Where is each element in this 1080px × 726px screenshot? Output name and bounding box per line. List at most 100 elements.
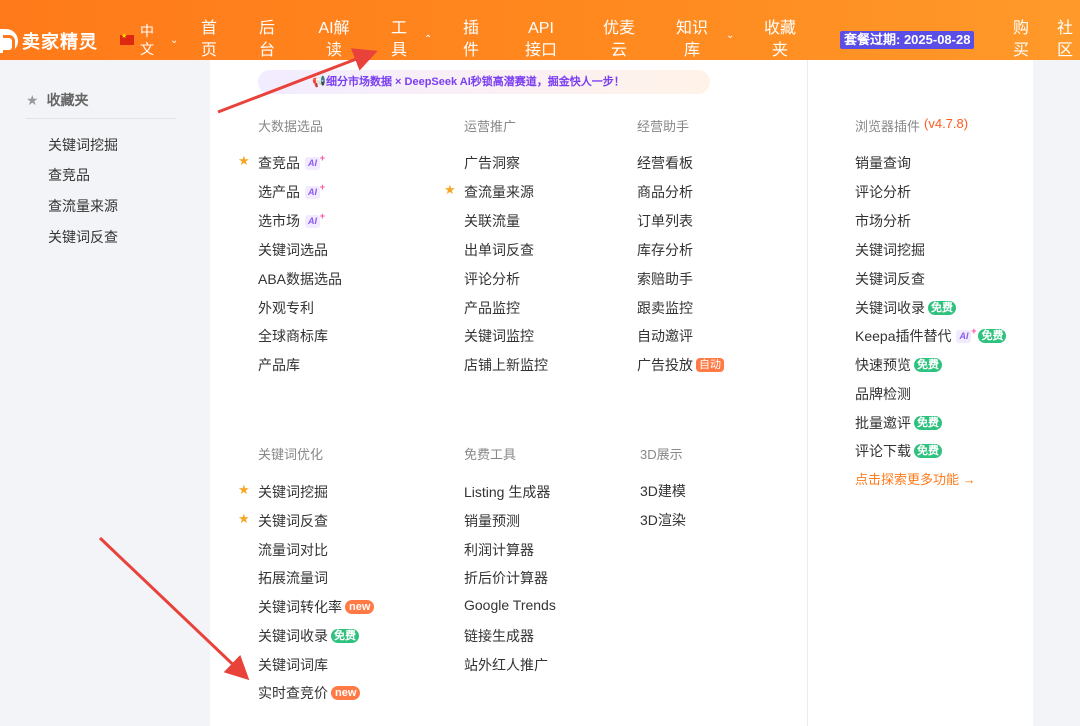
favorites-title: 收藏夹 <box>46 92 89 108</box>
menu-item-label: 关键词转化率 <box>258 599 342 615</box>
menu-item-expand-traffic[interactable]: 拓展流量词 <box>258 568 328 588</box>
nav-backend[interactable]: 后台 <box>258 18 276 62</box>
menu-item-dashboard[interactable]: 经营看板 <box>637 153 693 173</box>
logo-text: 卖家精灵 <box>22 32 98 52</box>
plugin-item-sales[interactable]: 销量查询 <box>855 153 911 173</box>
nav-youmaiyun-label: 优麦云 <box>603 20 636 59</box>
plugin-item-brand-check[interactable]: 品牌检测 <box>855 384 911 404</box>
menu-item-google-trends[interactable]: Google Trends <box>464 597 556 613</box>
nav-knowledge[interactable]: 知识库 <box>676 18 708 62</box>
menu-item-link-generator[interactable]: 链接生成器 <box>464 626 534 646</box>
menu-item-hijack-monitor[interactable]: 跟卖监控 <box>637 298 693 318</box>
menu-item-reverse-keyword[interactable]: ★ 关键词反查 <box>238 511 328 531</box>
nav-favorites[interactable]: 收藏夹 <box>764 18 796 62</box>
plugin-item-review-download[interactable]: 评论下载 免费 <box>855 441 942 461</box>
star-icon: ★ <box>26 91 39 108</box>
menu-item-discount-calculator[interactable]: 折后价计算器 <box>464 568 548 588</box>
menu-item-keyword-index[interactable]: 关键词收录 免费 <box>258 626 359 646</box>
plugin-item-keyword-mining[interactable]: 关键词挖掘 <box>855 240 925 260</box>
menu-item-product-monitor[interactable]: 产品监控 <box>464 298 520 318</box>
new-badge: new <box>345 600 375 614</box>
menu-item-claim[interactable]: 索赔助手 <box>637 269 693 289</box>
section-title-assistant: 经营助手 <box>637 119 690 134</box>
menu-item-goods-analysis[interactable]: 商品分析 <box>637 182 693 202</box>
menu-item-inventory[interactable]: 库存分析 <box>637 240 693 260</box>
plugin-title-label: 浏览器插件 <box>855 119 921 134</box>
menu-item-store-monitor[interactable]: 店铺上新监控 <box>464 355 548 375</box>
logo[interactable]: 卖家精灵 <box>0 27 98 55</box>
menu-item-review-analysis[interactable]: 评论分析 <box>464 269 520 289</box>
menu-item-trademark[interactable]: 全球商标库 <box>258 326 328 346</box>
menu-item-product-db[interactable]: 产品库 <box>258 355 300 375</box>
section-title-ops: 运营推广 <box>464 119 517 134</box>
plugin-item-review[interactable]: 评论分析 <box>855 182 911 202</box>
sidebar-item-keyword-mining[interactable]: 关键词挖掘 <box>48 135 118 155</box>
nav-ai-reading[interactable]: AI解读 <box>316 18 352 62</box>
menu-item-auto-review[interactable]: 自动邀评 <box>637 326 693 346</box>
nav-api[interactable]: API接口 <box>521 18 561 62</box>
menu-item-3d-model[interactable]: 3D建模 <box>640 481 686 501</box>
nav-community[interactable]: 社区 <box>1056 18 1074 62</box>
menu-item-order-list[interactable]: 订单列表 <box>637 211 693 231</box>
china-flag-icon <box>120 32 134 45</box>
megaphone-icon: 📢 <box>312 76 326 88</box>
menu-item-label: 关键词反查 <box>258 513 328 529</box>
star-icon: ★ <box>238 511 250 526</box>
menu-item-sales-forecast[interactable]: 销量预测 <box>464 511 520 531</box>
menu-item-realtime-bid[interactable]: 实时查竞价 new <box>258 683 361 703</box>
sidebar-item-traffic-source[interactable]: 查流量来源 <box>48 196 118 216</box>
explore-more-link[interactable]: 点击探索更多功能 → <box>855 469 976 488</box>
plugin-version: (v4.7.8) <box>924 116 969 131</box>
nav-home[interactable]: 首页 <box>200 18 218 62</box>
plugin-item-reverse-keyword[interactable]: 关键词反查 <box>855 269 925 289</box>
menu-item-profit-calculator[interactable]: 利润计算器 <box>464 540 534 560</box>
menu-item-traffic-compare[interactable]: 流量词对比 <box>258 540 328 560</box>
menu-item-traffic-source[interactable]: ★ 查流量来源 <box>444 182 534 202</box>
menu-item-select-market[interactable]: 选市场 AI <box>258 210 325 231</box>
menu-item-label: 关键词收录 <box>855 300 925 316</box>
chevron-down-icon: ⌄ <box>170 34 179 46</box>
menu-item-keyword-library[interactable]: 关键词词库 <box>258 655 328 675</box>
sidebar-item-competitor[interactable]: 查竞品 <box>48 165 90 185</box>
plugin-item-batch-review[interactable]: 批量邀评 免费 <box>855 413 942 433</box>
nav-plugins[interactable]: 插件 <box>462 18 480 62</box>
nav-buy[interactable]: 购买 <box>1012 18 1030 62</box>
plugin-item-market[interactable]: 市场分析 <box>855 211 911 231</box>
plugin-item-keepa[interactable]: Keepa插件替代AI免费 <box>855 325 1007 346</box>
menu-item-design-patent[interactable]: 外观专利 <box>258 298 314 318</box>
plan-expire-badge[interactable]: 套餐过期: 2025-08-28 <box>840 31 975 49</box>
menu-item-label: 快速预览 <box>855 357 911 373</box>
menu-item-listing-generator[interactable]: Listing 生成器 <box>464 482 550 502</box>
plugin-panel <box>808 60 1033 726</box>
promo-banner-text: 细分市场数据 × DeepSeek AI秒锁高潜赛道，掘金快人一步！ <box>326 76 625 88</box>
menu-item-keyword-monitor[interactable]: 关键词监控 <box>464 326 534 346</box>
nav-tools[interactable]: 工具 <box>390 18 408 62</box>
menu-item-ad-placement[interactable]: 广告投放 自动 <box>637 355 724 375</box>
nav-youmaiyun[interactable]: 优麦云 <box>603 18 635 62</box>
menu-item-aba[interactable]: ABA数据选品 <box>258 269 342 289</box>
menu-item-related-traffic[interactable]: 关联流量 <box>464 211 520 231</box>
menu-item-ad-insight[interactable]: 广告洞察 <box>464 153 520 173</box>
plugin-item-keyword-index[interactable]: 关键词收录 免费 <box>855 298 956 318</box>
menu-item-keyword-mining[interactable]: ★ 关键词挖掘 <box>238 482 328 502</box>
language-selector[interactable]: 中文 ⌄ <box>120 22 178 58</box>
section-title-keyword: 关键词优化 <box>258 447 324 462</box>
menu-item-3d-render[interactable]: 3D渲染 <box>640 510 686 530</box>
menu-item-label: 查竞品 <box>258 155 300 171</box>
plugin-item-quick-preview[interactable]: 快速预览 免费 <box>855 355 942 375</box>
sidebar-item-reverse-keyword[interactable]: 关键词反查 <box>48 227 118 247</box>
menu-item-label: 选产品 <box>258 184 300 200</box>
ai-badge: AI <box>305 181 325 199</box>
promo-banner[interactable]: 📢 细分市场数据 × DeepSeek AI秒锁高潜赛道，掘金快人一步！ <box>258 70 710 94</box>
divider <box>26 118 176 119</box>
free-badge: 免费 <box>914 416 942 430</box>
menu-item-order-keyword[interactable]: 出单词反查 <box>464 240 534 260</box>
nav-knowledge-label: 知识库 <box>676 20 709 59</box>
menu-item-label: 查流量来源 <box>464 184 534 200</box>
menu-item-conversion-rate[interactable]: 关键词转化率 new <box>258 597 375 617</box>
menu-item-keyword-select[interactable]: 关键词选品 <box>258 240 328 260</box>
menu-item-select-product[interactable]: 选产品 AI <box>258 181 325 202</box>
menu-item-label: 评论下载 <box>855 443 911 459</box>
menu-item-competitor[interactable]: ★ 查竞品 AI <box>238 152 325 173</box>
menu-item-influencer[interactable]: 站外红人推广 <box>464 655 548 675</box>
